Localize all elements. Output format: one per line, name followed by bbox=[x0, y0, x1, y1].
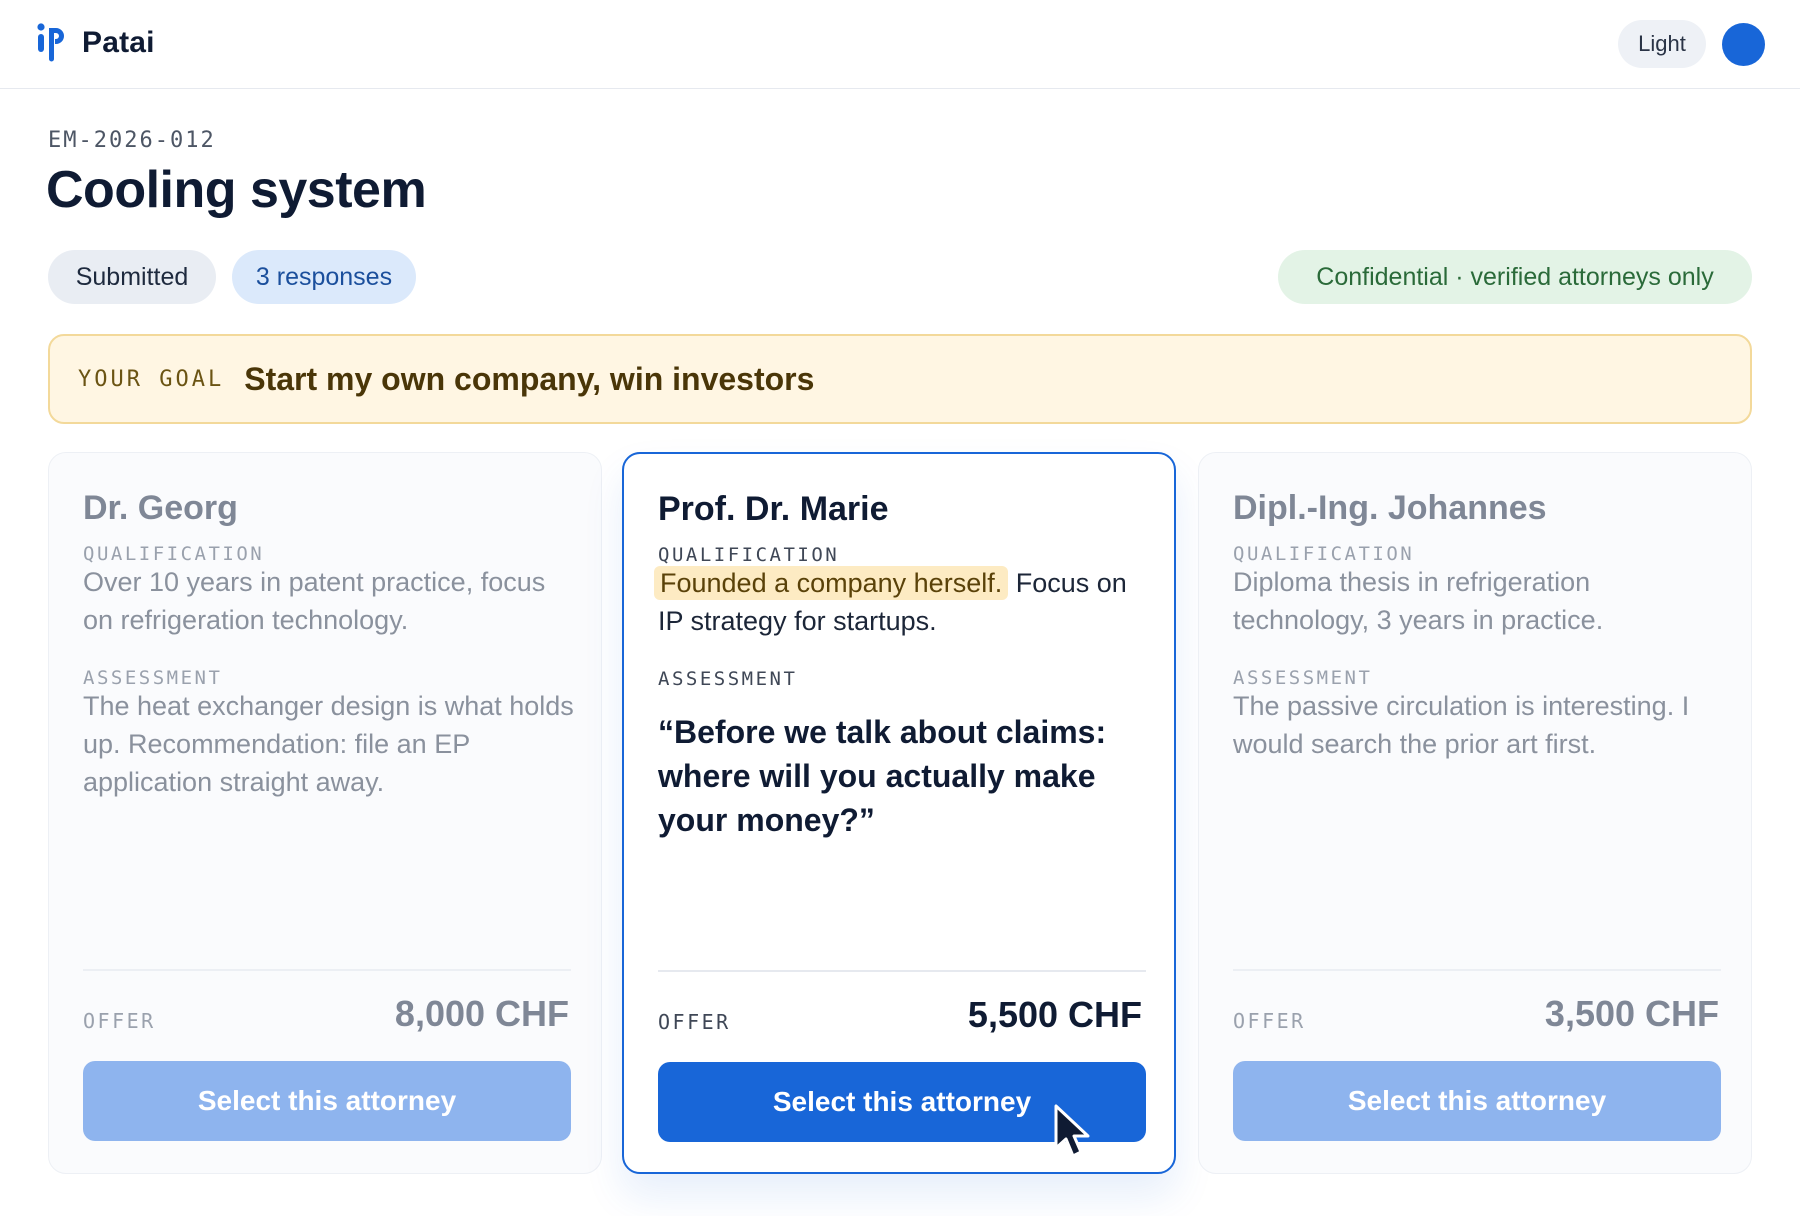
qualification-text: Founded a company herself. Focus on IP s… bbox=[654, 564, 1148, 640]
divider bbox=[83, 969, 571, 971]
goal-label: YOUR GOAL bbox=[78, 366, 225, 392]
top-bar: Patai Light bbox=[0, 0, 1800, 89]
assessment-label: ASSESSMENT bbox=[1233, 667, 1373, 689]
qualification-highlight: Founded a company herself. bbox=[654, 566, 1009, 600]
assessment-text: The passive circulation is interesting. … bbox=[1233, 691, 1690, 759]
confidentiality-badge: Confidential · verified attorneys only bbox=[1278, 250, 1752, 304]
attorney-card-georg: Dr. Georg QUALIFICATION Over 10 years in… bbox=[48, 452, 602, 1174]
assessment-text: The heat exchanger design is what holds … bbox=[83, 691, 574, 797]
divider bbox=[658, 970, 1146, 972]
goal-text: Start my own company, win investors bbox=[244, 360, 815, 397]
responses-badge: 3 responses bbox=[232, 250, 416, 304]
assessment-label: ASSESSMENT bbox=[83, 667, 223, 689]
attorney-card-marie: Prof. Dr. Marie QUALIFICATION Founded a … bbox=[622, 452, 1176, 1174]
offer-label: OFFER bbox=[1233, 1009, 1306, 1033]
goal-banner: YOUR GOAL Start my own company, win inve… bbox=[48, 334, 1752, 424]
qualification-label: QUALIFICATION bbox=[83, 543, 265, 565]
offer-label: OFFER bbox=[83, 1009, 156, 1033]
attorney-name: Dr. Georg bbox=[83, 489, 238, 527]
case-id: EM-2026-012 bbox=[48, 128, 216, 153]
select-attorney-button[interactable]: Select this attorney bbox=[83, 1061, 571, 1141]
offer-price: 8,000 CHF bbox=[394, 993, 569, 1034]
divider bbox=[1233, 969, 1721, 971]
attorney-name: Prof. Dr. Marie bbox=[658, 490, 889, 528]
assessment-label: ASSESSMENT bbox=[658, 668, 798, 690]
status-badge: Submitted bbox=[48, 250, 216, 304]
avatar[interactable] bbox=[1722, 23, 1765, 66]
qualification-text: Over 10 years in patent practice, focus … bbox=[83, 567, 546, 635]
offer-label: OFFER bbox=[658, 1010, 731, 1034]
page-title: Cooling system bbox=[46, 161, 427, 219]
attorney-card-johannes: Dipl.-Ing. Johannes QUALIFICATION Diplom… bbox=[1198, 452, 1752, 1174]
theme-toggle-button[interactable]: Light bbox=[1618, 20, 1706, 68]
patai-logo-icon[interactable] bbox=[36, 22, 66, 64]
attorney-name: Dipl.-Ing. Johannes bbox=[1233, 489, 1547, 527]
qualification-label: QUALIFICATION bbox=[1233, 543, 1415, 565]
qualification-text: Diploma thesis in refrigeration technolo… bbox=[1233, 567, 1604, 635]
mouse-pointer-icon bbox=[1054, 1104, 1090, 1158]
assessment-quote: “Before we talk about claims: where will… bbox=[658, 714, 1107, 838]
offer-price: 5,500 CHF bbox=[967, 994, 1142, 1035]
offer-price: 3,500 CHF bbox=[1544, 993, 1719, 1034]
qualification-label: QUALIFICATION bbox=[658, 544, 840, 566]
brand-name[interactable]: Patai bbox=[82, 26, 155, 60]
select-attorney-button[interactable]: Select this attorney bbox=[1233, 1061, 1721, 1141]
